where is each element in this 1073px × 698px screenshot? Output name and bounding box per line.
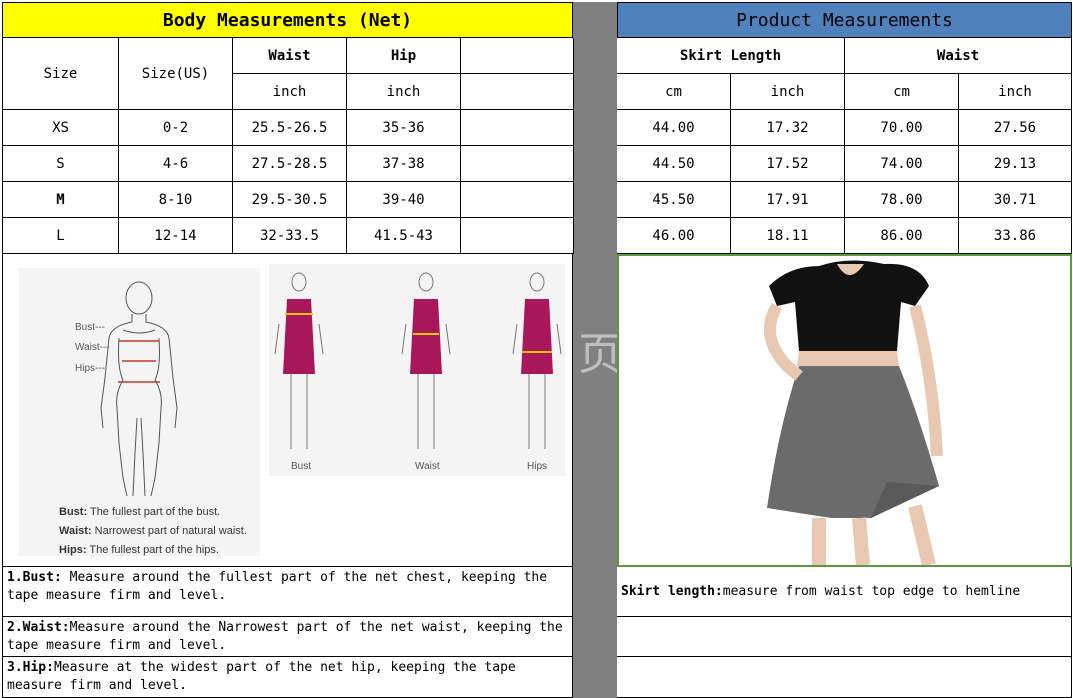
header-hip: Hip <box>347 38 461 74</box>
body-outline-panel: Bust--- Waist--- Hips--- Bust: The fulle… <box>19 268 260 556</box>
header-size: Size <box>3 38 119 110</box>
header-cm: cm <box>845 74 959 110</box>
header-empty <box>461 38 574 74</box>
body-measurements-title: Body Measurements (Net) <box>2 2 573 38</box>
cell-len-cm: 44.00 <box>617 110 731 146</box>
bust-definition: Bust: The fullest part of the bust. <box>59 506 221 518</box>
cell-len-cm: 45.50 <box>617 182 731 218</box>
product-measurements-table: Skirt Length Waist cm inch cm inch 44.00… <box>617 38 1072 254</box>
empty-note-row <box>617 617 1072 657</box>
header-waist-unit: inch <box>233 74 347 110</box>
cell-waist-cm: 86.00 <box>845 218 959 254</box>
cell-empty <box>461 110 574 146</box>
body-outline-figure <box>100 281 178 497</box>
caption-hips: Hips <box>527 461 548 472</box>
header-waist: Waist <box>233 38 347 74</box>
header-product-waist: Waist <box>845 38 1072 74</box>
note-hip: 3.Hip:Measure at the widest part of the … <box>2 657 573 698</box>
caption-waist: Waist <box>415 461 440 472</box>
cell-waist: 29.5-30.5 <box>233 182 347 218</box>
cell-len-in: 17.52 <box>731 146 845 182</box>
cell-waist: 25.5-26.5 <box>233 110 347 146</box>
cell-len-in: 17.32 <box>731 110 845 146</box>
header-hip-unit: inch <box>347 74 461 110</box>
cell-waist: 27.5-28.5 <box>233 146 347 182</box>
cell-waist-in: 29.13 <box>959 146 1072 182</box>
cell-size: XS <box>3 110 119 146</box>
dress-figures-panel: Bust Waist Hips <box>269 264 565 476</box>
cell-waist-cm: 78.00 <box>845 182 959 218</box>
cell-us: 0-2 <box>119 110 233 146</box>
cell-size: M <box>3 182 119 218</box>
cell-waist-cm: 70.00 <box>845 110 959 146</box>
skirt-model-image <box>764 260 943 567</box>
header-skirt-length: Skirt Length <box>617 38 845 74</box>
cell-us: 8-10 <box>119 182 233 218</box>
cell-hip: 41.5-43 <box>347 218 461 254</box>
cell-waist: 32-33.5 <box>233 218 347 254</box>
watermark-glyph: 页 <box>578 329 622 380</box>
note-bust: 1.Bust: Measure around the fullest part … <box>2 567 573 617</box>
cell-len-cm: 44.50 <box>617 146 731 182</box>
cell-size: L <box>3 218 119 254</box>
cell-empty <box>461 182 574 218</box>
skirt-length-note: Skirt length: measure from waist top edg… <box>617 567 1072 617</box>
header-empty <box>461 74 574 110</box>
cell-empty <box>461 218 574 254</box>
cell-len-in: 17.91 <box>731 182 845 218</box>
cell-hip: 35-36 <box>347 110 461 146</box>
cell-waist-in: 33.86 <box>959 218 1072 254</box>
product-measurements-title: Product Measurements <box>617 2 1072 38</box>
waist-marker-label: Waist--- <box>75 342 110 353</box>
dress-figures <box>274 272 562 449</box>
cell-waist-in: 30.71 <box>959 182 1072 218</box>
cell-len-in: 18.11 <box>731 218 845 254</box>
header-size-us: Size(US) <box>119 38 233 110</box>
waist-definition: Waist: Narrowest part of natural waist. <box>59 525 247 537</box>
cell-hip: 37-38 <box>347 146 461 182</box>
cell-waist-cm: 74.00 <box>845 146 959 182</box>
cell-size: S <box>3 146 119 182</box>
header-inch: inch <box>731 74 845 110</box>
note-waist: 2.Waist:Measure around the Narrowest par… <box>2 617 573 657</box>
hips-definition: Hips: The fullest part of the hips. <box>59 544 219 556</box>
cell-empty <box>461 146 574 182</box>
cell-us: 12-14 <box>119 218 233 254</box>
header-cm: cm <box>617 74 731 110</box>
hips-marker-label: Hips--- <box>75 363 105 374</box>
caption-bust: Bust <box>291 461 312 472</box>
header-inch: inch <box>959 74 1072 110</box>
cell-us: 4-6 <box>119 146 233 182</box>
body-measurements-table: Size Size(US) Waist Hip inch inch XS 0-2… <box>2 38 574 254</box>
bust-marker-label: Bust--- <box>75 322 105 333</box>
empty-note-row <box>617 657 1072 698</box>
body-figure-area: Bust--- Waist--- Hips--- Bust: The fulle… <box>2 254 573 567</box>
product-photo <box>617 254 1072 567</box>
cell-waist-in: 27.56 <box>959 110 1072 146</box>
cell-len-cm: 46.00 <box>617 218 731 254</box>
cell-hip: 39-40 <box>347 182 461 218</box>
